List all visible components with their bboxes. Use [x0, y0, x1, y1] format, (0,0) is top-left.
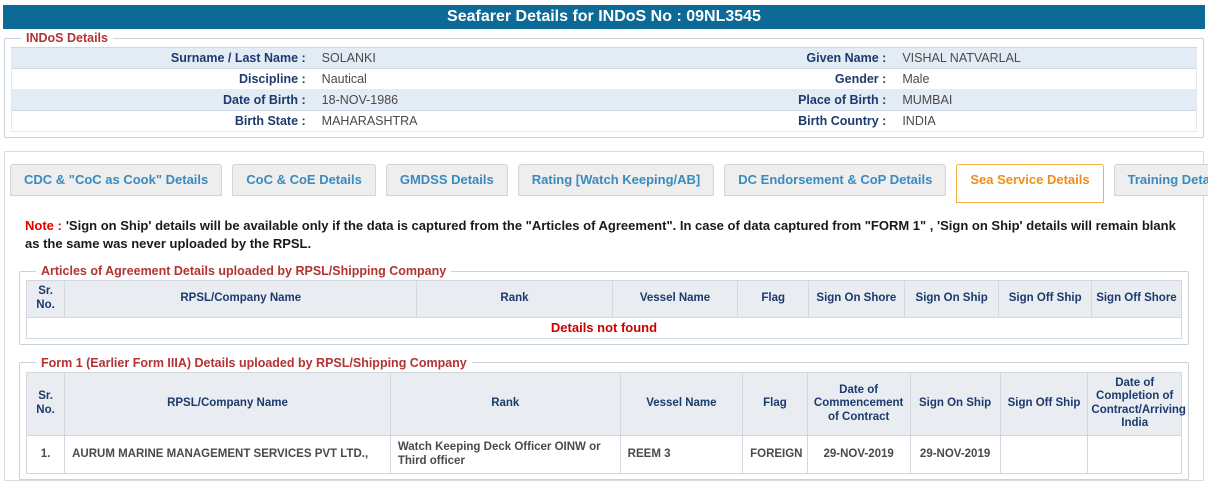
table-cell: AURUM MARINE MANAGEMENT SERVICES PVT LTD…	[65, 436, 391, 474]
column-header: Sign On Ship	[910, 372, 1000, 435]
tab[interactable]: Rating [Watch Keeping/AB]	[518, 164, 715, 196]
column-header: Vessel Name	[620, 372, 742, 435]
field-value: Nautical	[314, 69, 628, 90]
field-value: SOLANKI	[314, 48, 628, 69]
column-header: Sign On Shore	[808, 281, 904, 317]
field-label: Given Name :	[628, 48, 895, 69]
empty-message: Details not found	[27, 317, 1182, 338]
articles-of-agreement-section: Articles of Agreement Details uploaded b…	[19, 264, 1189, 344]
table-cell: 29-NOV-2019	[910, 436, 1000, 474]
table-cell: FOREIGN	[743, 436, 808, 474]
table-cell: REEM 3	[620, 436, 742, 474]
tab[interactable]: Sea Service Details	[956, 164, 1103, 203]
tab[interactable]: CDC & "CoC as Cook" Details	[10, 164, 222, 196]
table-cell	[1088, 436, 1182, 474]
field-label: Surname / Last Name :	[12, 48, 314, 69]
indos-detail-row: Surname / Last Name : SOLANKI Given Name…	[12, 48, 1197, 69]
tab-label: Sea Service Details	[970, 172, 1089, 187]
field-value: Male	[894, 69, 1196, 90]
indos-details-table: Surname / Last Name : SOLANKI Given Name…	[11, 47, 1197, 132]
field-value: 18-NOV-1986	[314, 90, 628, 111]
column-header: Rank	[390, 372, 620, 435]
empty-row: Details not found	[27, 317, 1182, 338]
indos-detail-row: Birth State : MAHARASHTRA Birth Country …	[12, 111, 1197, 132]
field-label: Gender :	[628, 69, 895, 90]
note-text: 'Sign on Ship' details will be available…	[25, 218, 1176, 251]
form1-table: Sr. No.RPSL/Company NameRankVessel NameF…	[26, 372, 1182, 474]
tab-label: DC Endorsement & CoP Details	[738, 172, 932, 187]
field-value: INDIA	[894, 111, 1196, 132]
tab-strip: CDC & "CoC as Cook" Details CoC & CoE De…	[5, 152, 1203, 203]
column-header: Sign Off Shore	[1091, 281, 1181, 317]
tab[interactable]: CoC & CoE Details	[232, 164, 376, 196]
column-header: RPSL/Company Name	[65, 281, 417, 317]
column-header: Sr. No.	[27, 281, 65, 317]
articles-of-agreement-table: Sr. No.RPSL/Company NameRankVessel NameF…	[26, 280, 1182, 338]
note: Note :'Sign on Ship' details will be ava…	[25, 217, 1183, 253]
column-header: Sign Off Ship	[1000, 372, 1088, 435]
table-cell: 1.	[27, 436, 65, 474]
field-label: Birth State :	[12, 111, 314, 132]
column-header: Flag	[743, 372, 808, 435]
column-header: Sr. No.	[27, 372, 65, 435]
indos-detail-row: Discipline : Nautical Gender : Male	[12, 69, 1197, 90]
indos-details-section: INDoS Details Surname / Last Name : SOLA…	[4, 31, 1204, 138]
indos-details-legend: INDoS Details	[21, 31, 113, 45]
field-value: VISHAL NATVARLAL	[894, 48, 1196, 69]
table-cell: Watch Keeping Deck Officer OINW or Third…	[390, 436, 620, 474]
articles-of-agreement-legend: Articles of Agreement Details uploaded b…	[36, 264, 451, 278]
tab-label: GMDSS Details	[400, 172, 494, 187]
column-header: Date of Commencement of Contract	[807, 372, 910, 435]
tab-label: CoC & CoE Details	[246, 172, 362, 187]
column-header: Rank	[417, 281, 612, 317]
table-row: 1.AURUM MARINE MANAGEMENT SERVICES PVT L…	[27, 436, 1182, 474]
table-cell	[1000, 436, 1088, 474]
table-cell: 29-NOV-2019	[807, 436, 910, 474]
tab-label: CDC & "CoC as Cook" Details	[24, 172, 208, 187]
tab[interactable]: DC Endorsement & CoP Details	[724, 164, 946, 196]
field-label: Place of Birth :	[628, 90, 895, 111]
tab[interactable]: Training Details	[1114, 164, 1208, 196]
field-label: Date of Birth :	[12, 90, 314, 111]
page-title: Seafarer Details for INDoS No : 09NL3545	[3, 5, 1205, 29]
tab[interactable]: GMDSS Details	[386, 164, 508, 196]
note-prefix: Note :	[25, 218, 62, 233]
tab-label: Training Details	[1128, 172, 1208, 187]
tab-label: Rating [Watch Keeping/AB]	[532, 172, 701, 187]
indos-detail-row: Date of Birth : 18-NOV-1986 Place of Bir…	[12, 90, 1197, 111]
field-label: Birth Country :	[628, 111, 895, 132]
column-header: Flag	[738, 281, 808, 317]
column-header: Vessel Name	[612, 281, 738, 317]
form1-section: Form 1 (Earlier Form IIIA) Details uploa…	[19, 356, 1189, 480]
field-value: MUMBAI	[894, 90, 1196, 111]
column-header: Sign Off Ship	[999, 281, 1091, 317]
field-label: Discipline :	[12, 69, 314, 90]
column-header: RPSL/Company Name	[65, 372, 391, 435]
column-header: Sign On Ship	[904, 281, 999, 317]
field-value: MAHARASHTRA	[314, 111, 628, 132]
form1-legend: Form 1 (Earlier Form IIIA) Details uploa…	[36, 356, 472, 370]
tab-content-panel: CDC & "CoC as Cook" Details CoC & CoE De…	[4, 151, 1204, 481]
column-header: Date of Completion of Contract/Arriving …	[1088, 372, 1182, 435]
